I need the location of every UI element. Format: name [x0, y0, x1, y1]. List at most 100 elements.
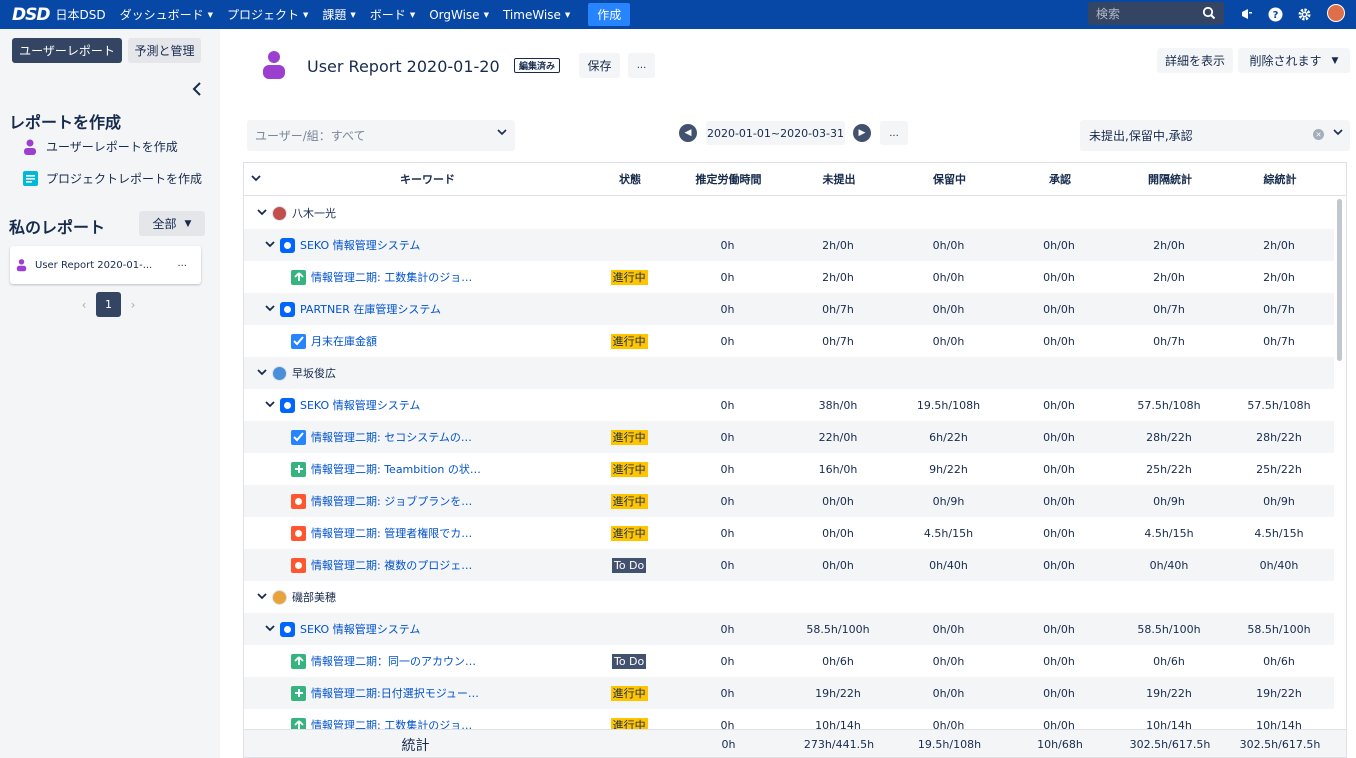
bug-issue-icon: [291, 493, 306, 509]
status-filter-select[interactable]: 未提出,保留中,承認 ✕: [1080, 120, 1350, 151]
chevron-down-icon: ▼: [350, 10, 356, 19]
col-period-total[interactable]: 開隔統計: [1115, 171, 1225, 187]
nav-orgwise[interactable]: OrgWise ▼: [429, 8, 489, 22]
clear-icon[interactable]: ✕: [1313, 129, 1324, 140]
project-report-icon: [22, 171, 38, 187]
nav-timewise[interactable]: TimeWise ▼: [503, 8, 570, 22]
table-row[interactable]: SEKO 情報管理システム 0h 38h/0h 19.5h/108h 0h/0h 57.5…: [244, 389, 1334, 421]
show-details-button[interactable]: 詳細を表示: [1157, 48, 1233, 73]
nav-boards[interactable]: ボード ▼: [370, 6, 415, 23]
table-row[interactable]: 情報管理二期: Teambition の状… 進行中 0h 16h/0h 9h/22h 0…: [244, 453, 1334, 485]
status-badge: 進行中: [610, 493, 648, 509]
status-cell: 進行中: [586, 429, 672, 445]
keyword-cell: 情報管理二期: 複数のプロジェ…: [244, 557, 586, 573]
keyword-label[interactable]: 月末在庫金額: [311, 333, 377, 349]
create-user-report-link[interactable]: ユーザーレポートを作成: [22, 138, 178, 155]
page-number[interactable]: 1: [96, 292, 121, 317]
nav-dashboard[interactable]: ダッシュボード ▼: [120, 6, 213, 23]
person-icon: [16, 259, 27, 272]
megaphone-icon[interactable]: [1238, 5, 1256, 23]
keyword-label[interactable]: 情報管理二期：同一のアカウン…: [311, 653, 476, 669]
col-pending[interactable]: 保留中: [894, 171, 1005, 187]
table-row[interactable]: 磯部美穂: [244, 581, 1334, 613]
date-range-picker[interactable]: 2020-01-01~2020-03-31: [706, 121, 845, 145]
table-row[interactable]: PARTNER 在庫管理システム 0h 0h/7h 0h/0h 0h/0h 0h/7h 0h…: [244, 293, 1334, 325]
keyword-label[interactable]: SEKO 情報管理システム: [300, 237, 420, 253]
expand-chevron-icon[interactable]: [256, 208, 268, 219]
create-button[interactable]: 作成: [588, 3, 631, 26]
keyword-label[interactable]: SEKO 情報管理システム: [300, 621, 420, 637]
chevron-down-icon: ▼: [303, 10, 309, 19]
value-cell: 22h/0h: [818, 430, 858, 444]
keyword-label[interactable]: 情報管理二期: 複数のプロジェ…: [311, 557, 472, 573]
value-cell: 58.5h/100h: [1137, 622, 1201, 636]
keyword-label[interactable]: PARTNER 在庫管理システム: [300, 301, 441, 317]
col-grand-total[interactable]: 綜統計: [1225, 171, 1335, 187]
expand-chevron-icon[interactable]: [264, 624, 276, 635]
gear-icon[interactable]: [1295, 5, 1313, 23]
search-input[interactable]: 検索: [1088, 2, 1224, 25]
table-row[interactable]: 情報管理二期: 管理者権限でカ… 進行中 0h 0h/0h 4.5h/15h 0h/0h 4…: [244, 517, 1334, 549]
value-cell: 0h/7h: [1263, 334, 1295, 348]
expand-chevron-icon[interactable]: [256, 592, 268, 603]
user-report-tab[interactable]: ユーザーレポート: [12, 38, 122, 63]
table-row[interactable]: 情報管理二期: ジョブプランを… 進行中 0h 0h/0h 0h/9h 0h/0h 0h/9…: [244, 485, 1334, 517]
keyword-label[interactable]: 情報管理二期: セコシステムの…: [311, 429, 472, 445]
table-row[interactable]: 早坂俊広: [244, 357, 1334, 389]
col-keyword[interactable]: キーワード: [244, 171, 587, 187]
col-estimated[interactable]: 推定労働時間: [673, 171, 784, 187]
prev-page-icon[interactable]: ‹: [76, 298, 92, 312]
value-cell: 2h/0h: [1263, 270, 1295, 284]
value-cell: 4.5h/15h: [923, 526, 974, 540]
next-date-icon[interactable]: ▶: [853, 124, 871, 142]
keyword-cell: 情報管理二期: Teambition の状…: [244, 461, 586, 477]
status-cell: 進行中: [586, 333, 672, 349]
keyword-label[interactable]: 情報管理二期: ジョブプランを…: [311, 493, 472, 509]
col-unsubmitted[interactable]: 未提出: [784, 171, 894, 187]
expand-chevron-icon[interactable]: [264, 304, 276, 315]
next-page-icon[interactable]: ›: [125, 298, 141, 312]
table-row[interactable]: 情報管理二期: セコシステムの… 進行中 0h 22h/0h 6h/22h 0h/0h 28…: [244, 421, 1334, 453]
table-row[interactable]: 情報管理二期:日付選択モジュー… 進行中 0h 19h/22h 0h/0h 0h/0h 19…: [244, 677, 1334, 709]
report-card[interactable]: User Report 2020-01-... ...: [10, 246, 201, 284]
forecast-tab[interactable]: 予測と管理: [128, 38, 201, 63]
table-row[interactable]: 月末在庫金額 進行中 0h 0h/7h 0h/0h 0h/0h 0h/7h 0h/7h: [244, 325, 1334, 357]
table-row[interactable]: SEKO 情報管理システム 0h 58.5h/100h 0h/0h 0h/0h 58.5h…: [244, 613, 1334, 645]
user-group-value: ユーザー/組：すべて: [255, 129, 366, 143]
user-avatar[interactable]: [1327, 4, 1345, 22]
delete-dropdown[interactable]: 削除されます ▼: [1238, 48, 1350, 73]
collapse-sidebar-icon[interactable]: [192, 81, 202, 100]
create-project-report-link[interactable]: プロジェクトレポートを作成: [22, 170, 202, 187]
nav-issues[interactable]: 課題 ▼: [322, 6, 355, 23]
keyword-label[interactable]: 情報管理二期: 管理者権限でカ…: [311, 525, 472, 541]
table-row[interactable]: 情報管理二期: 工数集計のジョ… 進行中 0h 2h/0h 0h/0h 0h/0h 2h/0…: [244, 261, 1334, 293]
keyword-label[interactable]: 情報管理二期: 工数集計のジョ…: [311, 269, 472, 285]
date-more-button[interactable]: ...: [880, 121, 908, 145]
expand-chevron-icon[interactable]: [256, 368, 268, 379]
expand-chevron-icon[interactable]: [264, 400, 276, 411]
value-cell: 0h/0h: [1043, 270, 1075, 284]
collapse-all-icon[interactable]: [244, 174, 268, 185]
table-row[interactable]: 情報管理二期：同一のアカウン… To Do 0h 0h/6h 0h/0h 0h/0h 0h/…: [244, 645, 1334, 677]
report-filter-dropdown[interactable]: 全部 ▼: [139, 211, 205, 236]
user-group-select[interactable]: ユーザー/組：すべて: [247, 120, 515, 151]
prev-date-icon[interactable]: ◀: [679, 124, 697, 142]
keyword-label[interactable]: 情報管理二期: Teambition の状…: [311, 461, 481, 477]
table-row[interactable]: SEKO 情報管理システム 0h 2h/0h 0h/0h 0h/0h 2h/0h 2h/0h: [244, 229, 1334, 261]
keyword-label[interactable]: SEKO 情報管理システム: [300, 397, 420, 413]
table-row[interactable]: 情報管理二期: 複数のプロジェ… To Do 0h 0h/0h 0h/40h 0h/0h 0…: [244, 549, 1334, 581]
more-button[interactable]: ...: [628, 53, 655, 78]
col-status[interactable]: 状態: [587, 171, 673, 187]
table-row[interactable]: 八木一光: [244, 197, 1334, 229]
help-icon[interactable]: ?: [1266, 5, 1284, 23]
person-icon: [22, 139, 38, 155]
expand-chevron-icon[interactable]: [264, 240, 276, 251]
report-more-button[interactable]: ...: [177, 258, 187, 269]
logo[interactable]: DSD 日本DSD: [12, 5, 106, 25]
edited-badge: 編集済み: [514, 58, 561, 73]
save-button[interactable]: 保存: [579, 53, 620, 78]
scrollbar[interactable]: [1337, 199, 1342, 361]
col-approved[interactable]: 承認: [1005, 171, 1115, 187]
nav-projects[interactable]: プロジェクト ▼: [227, 6, 308, 23]
keyword-label[interactable]: 情報管理二期:日付選択モジュー…: [311, 685, 479, 701]
